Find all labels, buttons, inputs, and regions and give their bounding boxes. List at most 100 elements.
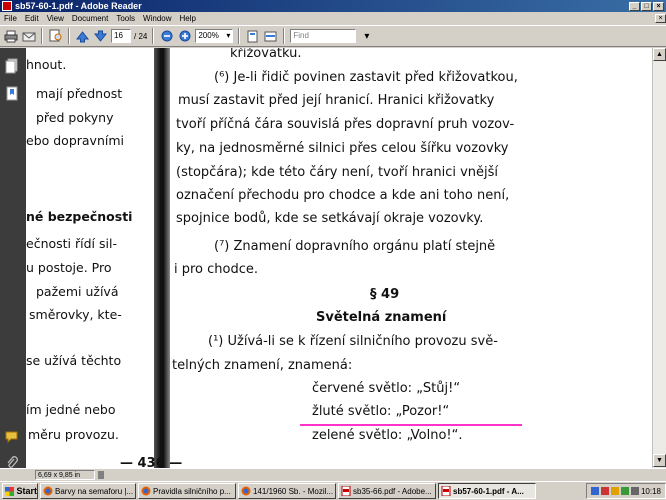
right-page-line: tvoří příčná čára souvislá přes dopravní…	[176, 117, 515, 132]
left-page-line: před pokyny	[36, 110, 114, 125]
page-number-footer: — 436 —	[120, 456, 183, 468]
menu-edit[interactable]: Edit	[21, 14, 43, 23]
left-page-heading: né bezpečnosti	[26, 209, 133, 224]
toolbar-separator	[68, 28, 70, 44]
tray-update-icon[interactable]	[610, 487, 619, 495]
toolbar-separator	[283, 28, 286, 44]
menu-document[interactable]: Document	[68, 14, 112, 23]
menu-help[interactable]: Help	[176, 14, 200, 23]
yellow-light-line: žluté světlo: „Pozor!“	[312, 404, 450, 419]
green-light-line: zelené světlo: „Volno!“.	[312, 428, 463, 443]
clock: 10:18	[640, 486, 661, 496]
menu-tools[interactable]: Tools	[112, 14, 139, 23]
pages-panel-icon[interactable]	[5, 58, 19, 74]
toolbar-separator	[41, 28, 43, 44]
left-page-line: ebo dopravními	[26, 133, 125, 148]
toolbar-separator	[152, 28, 155, 44]
right-page-line: (¹) Užívá-li se k řízení silničního prov…	[208, 334, 498, 349]
page-total: / 24	[134, 31, 148, 41]
vertical-scrollbar[interactable]: ▲ ▼	[652, 48, 666, 468]
menu-file[interactable]: File	[0, 14, 21, 23]
tray-network-icon[interactable]	[590, 487, 599, 495]
section-number: § 49	[370, 287, 400, 302]
firefox-icon	[141, 486, 151, 496]
fit-page-icon[interactable]	[245, 29, 260, 44]
chevron-down-icon: ▾	[226, 31, 231, 40]
tray-device-icon[interactable]	[630, 487, 639, 495]
scroll-up-icon[interactable]: ▲	[653, 48, 666, 61]
menu-view[interactable]: View	[43, 14, 68, 23]
minimize-button[interactable]: _	[629, 1, 640, 11]
toolbar-separator	[238, 28, 241, 44]
pdf-icon	[441, 485, 451, 497]
menu-bar: File Edit View Document Tools Window Hel…	[0, 12, 666, 24]
page-number-input[interactable]: 16	[111, 29, 131, 43]
zoom-value: 200%	[198, 31, 219, 40]
maximize-button[interactable]: □	[641, 1, 652, 11]
taskbar-item-adobe-active[interactable]: sb57-60-1.pdf - A...	[438, 483, 536, 499]
print-icon[interactable]	[3, 29, 18, 44]
left-page-line: měru provozu.	[28, 427, 119, 442]
page-gutter	[154, 48, 170, 468]
taskbar-item-firefox-2[interactable]: Pravidla silničního p...	[138, 483, 236, 499]
right-page-line: i pro chodce.	[174, 262, 259, 277]
search-document-icon[interactable]	[48, 29, 63, 44]
taskbar-item-adobe-1[interactable]: sb35-66.pdf - Adobe...	[338, 483, 436, 499]
zoom-select[interactable]: 200% ▾	[195, 29, 234, 43]
right-page-line: (⁶) Je-li řidič povinen zastavit před kř…	[214, 70, 518, 85]
close-button[interactable]: ×	[653, 1, 664, 11]
left-page-line: hnout.	[26, 57, 67, 72]
email-icon[interactable]	[21, 29, 36, 44]
right-page-line: telných znamení, znamená:	[172, 358, 353, 373]
left-page-line: ečnosti řídí sil-	[26, 236, 117, 251]
document-view[interactable]: hnout. mají přednost před pokyny ebo dop…	[26, 48, 652, 468]
document-close-button[interactable]: ×	[655, 13, 666, 23]
highlight-underline-annotation	[300, 424, 522, 426]
section-title: Světelná znamení	[316, 310, 447, 325]
taskbar-item-firefox-1[interactable]: Barvy na semaforu |...	[40, 483, 136, 499]
right-page-line: (stopčára); kde této čáry není, tvoří hr…	[176, 165, 499, 180]
bookmarks-panel-icon[interactable]	[5, 86, 19, 102]
left-page-line: mají přednost	[36, 86, 123, 101]
start-label: Start	[16, 486, 37, 496]
status-bar: 6,69 x 9,85 in	[0, 468, 666, 481]
comments-panel-icon[interactable]	[5, 430, 19, 446]
title-bar: sb57-60-1.pdf - Adobe Reader _ □ ×	[0, 0, 666, 12]
taskbar-item-mozilla[interactable]: 141/1960 Sb. - Mozil...	[238, 483, 336, 499]
right-page-line: označení přechodu pro chodce a kde ani t…	[176, 188, 510, 203]
page-size-readout: 6,69 x 9,85 in	[35, 470, 95, 480]
toolbar: 16 / 24 200% ▾ Find ▾	[0, 25, 666, 47]
left-page-line: ím jedné nebo	[26, 402, 116, 417]
fit-width-icon[interactable]	[263, 29, 278, 44]
next-page-icon[interactable]	[93, 29, 108, 44]
system-tray: 10:18	[585, 483, 666, 499]
tray-volume-icon[interactable]	[620, 487, 629, 495]
right-page-line: (⁷) Znamení dopravního orgánu platí stej…	[214, 239, 496, 254]
zoom-out-icon[interactable]	[159, 29, 174, 44]
left-page-line: u postoje. Pro	[26, 260, 112, 275]
tray-antivirus-icon[interactable]	[600, 487, 609, 495]
windows-flag-icon	[5, 486, 15, 496]
right-page-line: křižovatku.	[230, 48, 302, 61]
adobe-reader-icon	[2, 1, 12, 11]
left-page-line: se užívá těchto	[26, 353, 122, 368]
zoom-in-icon[interactable]	[177, 29, 192, 44]
start-button[interactable]: Start	[2, 483, 38, 499]
scroll-down-icon[interactable]: ▼	[653, 454, 666, 467]
find-input[interactable]: Find	[290, 29, 357, 43]
right-page: křižovatku. (⁶) Je-li řidič povinen zast…	[120, 48, 652, 468]
right-page-line: spojnice bodů, kde se setkávají okraje v…	[176, 211, 484, 226]
horizontal-scroll-thumb[interactable]	[98, 471, 104, 479]
previous-page-icon[interactable]	[75, 29, 90, 44]
firefox-icon	[43, 486, 53, 496]
taskbar: Start Barvy na semaforu |... Pravidla si…	[0, 481, 666, 500]
right-page-line: ky, na jednosměrné silnici přes celou ší…	[176, 141, 509, 156]
find-dropdown-icon[interactable]: ▾	[359, 29, 374, 44]
pdf-icon	[341, 485, 351, 497]
menu-window[interactable]: Window	[139, 14, 175, 23]
left-page-line: pažemi užívá	[36, 284, 119, 299]
navigation-panel	[0, 48, 26, 468]
right-page-line: musí zastavit před její hranicí. Hranici…	[178, 93, 495, 108]
window-title: sb57-60-1.pdf - Adobe Reader	[15, 1, 142, 11]
left-page: hnout. mají přednost před pokyny ebo dop…	[26, 48, 156, 468]
